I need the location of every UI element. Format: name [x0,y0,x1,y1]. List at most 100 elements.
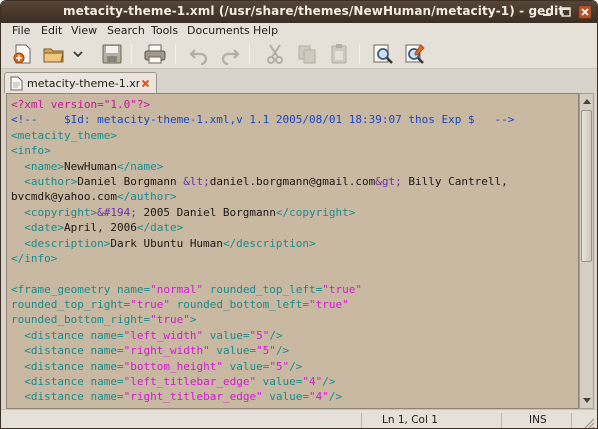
document-tab[interactable]: metacity-theme-1.xml [4,72,157,93]
code-token: "5" [256,344,276,358]
code-token: /> [328,390,343,404]
copy-icon[interactable] [295,42,319,66]
code-token: <distance [11,375,91,389]
close-window-icon[interactable] [578,5,592,19]
code-token: "normal" [150,282,204,296]
menu-file[interactable]: File [12,24,30,37]
code-line: rounded_bottom_right="true"> [11,312,576,327]
code-line: <date>April, 2006</date> [11,220,576,235]
toolbar-separator [249,44,250,64]
find-icon[interactable] [371,42,395,66]
new-document-icon[interactable] [11,42,35,66]
code-token: <!-- $Id: metacity-theme-1.xml,v 1.1 200… [11,113,515,127]
code-token: "4" [309,390,329,404]
cut-icon[interactable] [263,42,287,66]
code-token: name= [116,282,151,296]
code-token: value= [203,328,250,342]
code-token: name= [90,344,124,358]
paste-icon[interactable] [327,42,351,66]
tab-label: metacity-theme-1.xml [27,77,150,90]
code-token: "bottom_height" [123,359,223,373]
code-token: value= [256,375,303,389]
code-token: </date> [136,221,184,235]
status-divider [361,413,362,428]
find-replace-icon[interactable] [403,42,427,66]
code-token: "right_width" [123,344,210,358]
resize-grip-icon[interactable] [583,417,595,429]
code-token: <distance [11,390,91,404]
code-line: <metacity_theme> [11,128,576,143]
minimize-icon[interactable] [540,5,554,19]
code-token: <frame_geometry [11,282,117,296]
code-line: <name>NewHuman</name> [11,159,576,174]
vertical-scrollbar[interactable] [579,93,594,409]
print-icon[interactable] [143,42,167,66]
code-token: daniel.borgmann@gmail.com [209,174,376,188]
code-token: "right_titlebar_edge" [123,390,263,404]
scroll-down-icon[interactable] [581,394,593,407]
chevron-down-icon[interactable] [71,42,85,66]
title-bar[interactable]: metacity-theme-1.xml (/usr/share/themes/… [1,1,597,23]
code-view[interactable]: <?xml version="1.0"?> <!-- $Id: metacity-… [11,97,576,405]
code-token: </copyright> [275,205,356,219]
code-token: bvcmdk@yahoo.com [11,190,117,204]
scrollbar-thumb[interactable] [581,110,592,262]
code-line: <copyright>&#194; 2005 Daniel Borgmann</… [11,205,576,220]
menu-view[interactable]: View [71,24,97,37]
code-token: <distance [11,359,91,373]
code-token: "true" [322,282,363,296]
window-title: metacity-theme-1.xml (/usr/share/themes/… [63,4,565,18]
undo-icon[interactable] [187,42,211,66]
menu-help[interactable]: Help [253,24,278,37]
code-token: &#194; [97,205,137,219]
open-folder-icon[interactable] [42,42,66,66]
code-token: April, 2006 [63,221,137,235]
code-token: value= [262,390,310,404]
code-token: <description> [11,236,111,250]
status-bar: Ln 1, Col 1 INS [1,409,597,429]
code-line: <distance name="left_width" value="5"/> [11,328,576,343]
code-token: </description> [222,236,316,250]
code-token: "5" [249,328,270,342]
code-token: "4" [302,375,323,389]
code-token: > [189,313,197,327]
code-token: "true" [150,313,190,327]
code-token: <date> [11,221,64,235]
code-token: "left_titlebar_edge" [123,375,257,389]
code-token: name= [90,390,124,404]
code-token: <name> [11,159,64,173]
menu-edit[interactable]: Edit [41,24,62,37]
code-token: </name> [116,159,164,173]
code-token: "true" [309,298,349,312]
code-token: <distance [11,344,91,358]
code-line: <info> [11,143,576,158]
code-token: &gt; [375,174,402,188]
code-token: rounded_bottom_left= [169,298,310,312]
document-tabs: metacity-theme-1.xml [1,69,597,93]
maximize-icon[interactable] [559,5,573,19]
redo-icon[interactable] [218,42,242,66]
insert-mode: INS [529,414,547,426]
code-token: name= [90,359,124,373]
code-token: <info> [11,144,51,158]
scroll-up-icon[interactable] [581,95,593,108]
code-line: <distance name="right_width" value="5"/> [11,343,576,358]
code-token: </author> [116,190,177,204]
menu-documents[interactable]: Documents [187,24,250,37]
code-token: name= [90,328,124,342]
code-token: Dark Ubuntu Human [110,236,223,250]
code-token: NewHuman [63,159,117,173]
code-token: Billy Cantrell, [401,174,508,188]
menu-tools[interactable]: Tools [151,24,178,37]
save-icon[interactable] [100,42,124,66]
menu-search[interactable]: Search [107,24,145,37]
toolbar-separator [131,44,132,64]
code-line: <?xml version="1.0"?> [11,97,576,112]
code-line: </info> [11,251,576,266]
code-line: <!-- $Id: metacity-theme-1.xml,v 1.1 200… [11,112,576,127]
code-token: </info> [11,251,58,265]
code-token: rounded_bottom_right= [11,313,151,327]
toolbar-separator [175,44,176,64]
text-editor[interactable]: <?xml version="1.0"?> <!-- $Id: metacity-… [6,93,579,409]
close-tab-icon[interactable] [139,77,152,90]
